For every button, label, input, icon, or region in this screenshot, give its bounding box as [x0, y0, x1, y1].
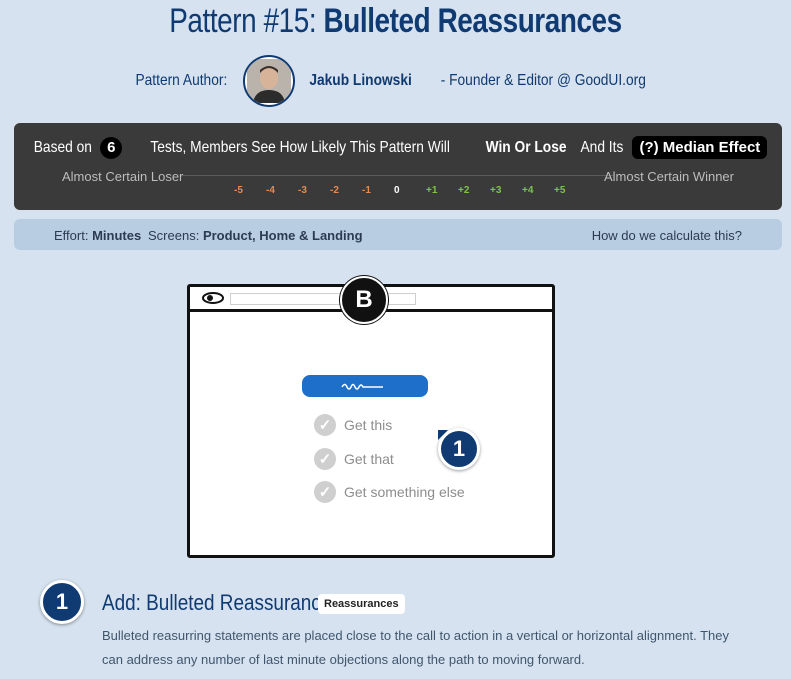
scale-tick: -4 — [266, 185, 275, 196]
category-tag[interactable]: Reassurances — [318, 594, 405, 614]
check-icon: ✓ — [314, 414, 336, 436]
section-number-badge: 1 — [40, 580, 84, 624]
section-title: Add: Bulleted Reassurances — [102, 590, 341, 615]
effect-panel: Based on 6 Tests, Members See How Likely… — [14, 123, 782, 210]
author-name[interactable]: Jakub Linowski — [309, 72, 411, 90]
scale-tick: -3 — [298, 185, 307, 196]
how-calculate-link[interactable]: How do we calculate this? — [592, 228, 742, 243]
author-label: Pattern Author: — [135, 72, 228, 89]
variant-b-badge: B — [340, 276, 388, 324]
scale-right-label: Almost Certain Winner — [603, 169, 734, 184]
median-effect-button[interactable]: (?) Median Effect — [632, 136, 768, 159]
effort-info: Effort: Minutes — [54, 228, 142, 243]
scale-tick: +4 — [522, 185, 534, 196]
list-item: ✓ Get this — [314, 414, 392, 436]
scale-tick: 0 — [394, 185, 400, 196]
scale-tick: -1 — [362, 185, 371, 196]
scale-tick: +3 — [490, 185, 502, 196]
mockup-cta-button — [302, 375, 428, 397]
scale-tick: +5 — [554, 185, 566, 196]
scale-tick: +1 — [426, 185, 438, 196]
tests-count-badge: 6 — [100, 136, 123, 159]
scribble-icon — [341, 383, 383, 390]
scale-tick: -2 — [330, 185, 339, 196]
section-description: Bulleted reasurring statements are place… — [102, 628, 729, 667]
effect-heading: Based on 6 Tests, Members See How Likely… — [14, 136, 782, 159]
scale-left-label: Almost Certain Loser — [62, 169, 184, 184]
author-role: - Founder & Editor @ GoodUI.org — [440, 72, 647, 89]
mockup-logo-icon — [202, 292, 224, 304]
list-item: ✓ Get something else — [314, 481, 465, 503]
effect-scale: Almost Certain Loser -5 -4 -3 -2 -1 0 +1 +2 +3 +4… — [14, 167, 782, 207]
scale-line — [182, 175, 614, 176]
page-title: Pattern #15: Bulleted Reassurances — [169, 2, 622, 40]
meta-bar: Effort: Minutes Screens: Product, Home &… — [14, 219, 782, 250]
check-icon: ✓ — [314, 448, 336, 470]
check-icon: ✓ — [314, 481, 336, 503]
scale-tick: +2 — [458, 185, 470, 196]
avatar-portrait-icon — [247, 59, 291, 103]
screens-info: Screens: Product, Home & Landing — [148, 228, 363, 243]
mockup-address-bar — [230, 293, 416, 305]
mockup-marker-1: 1 — [438, 428, 480, 470]
author-row: Pattern Author: Jakub Linowski - Founder… — [0, 54, 791, 108]
list-item: ✓ Get that — [314, 448, 394, 470]
scale-tick: -5 — [234, 185, 243, 196]
avatar[interactable] — [243, 55, 295, 107]
